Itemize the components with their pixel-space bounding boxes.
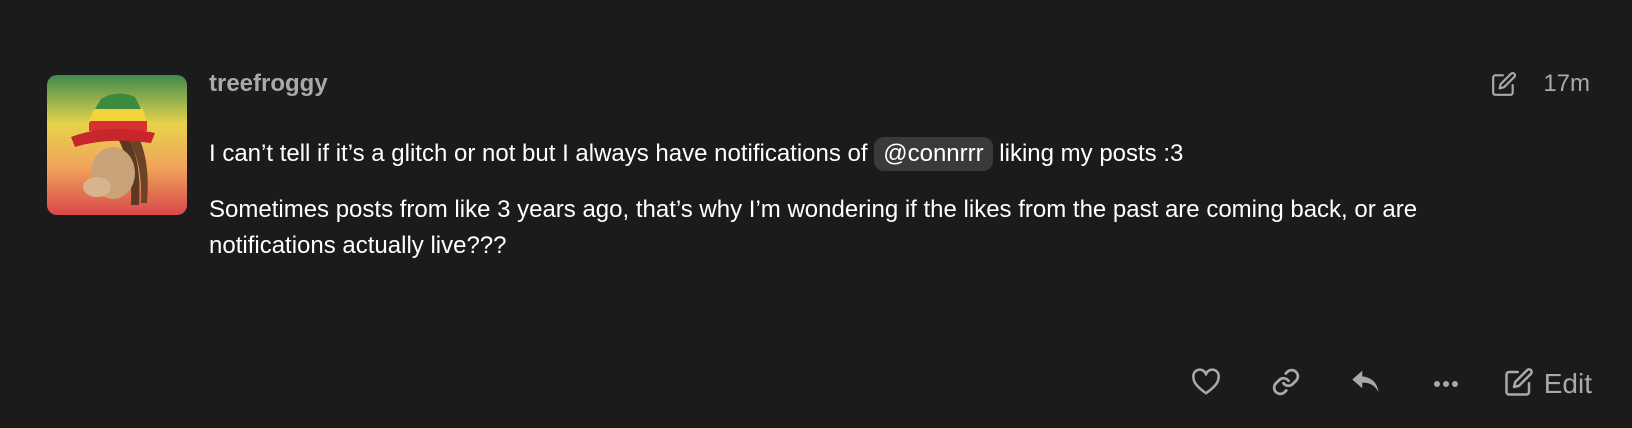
edit-button-label: Edit bbox=[1543, 368, 1592, 399]
edit-history-icon[interactable] bbox=[1491, 71, 1517, 97]
post-body: I can’t tell if it’s a glitch or not but… bbox=[209, 136, 1549, 284]
more-icon bbox=[1433, 375, 1459, 393]
more-button[interactable] bbox=[1406, 360, 1486, 408]
avatar[interactable] bbox=[47, 75, 187, 215]
post-time[interactable]: 17m bbox=[1543, 70, 1590, 98]
post: treefroggy 17m I can’t tell if it’s a gl… bbox=[0, 0, 1632, 428]
username[interactable]: treefroggy bbox=[209, 70, 328, 98]
reply-icon bbox=[1351, 369, 1381, 400]
post-paragraph-2: Sometimes posts from like 3 years ago, t… bbox=[209, 196, 1418, 259]
reply-button[interactable] bbox=[1326, 360, 1406, 408]
post-meta: 17m bbox=[1491, 70, 1590, 98]
paragraph-text: I can’t tell if it’s a glitch or not but… bbox=[209, 140, 875, 167]
edit-button[interactable]: Edit bbox=[1504, 367, 1592, 402]
like-button[interactable] bbox=[1166, 360, 1246, 408]
user-mention[interactable]: @connrrr bbox=[874, 137, 993, 171]
avatar-image bbox=[47, 75, 187, 215]
link-icon bbox=[1271, 367, 1301, 402]
post-paragraph-1: I can’t tell if it’s a glitch or not but… bbox=[209, 136, 1549, 172]
post-actions: Edit bbox=[1166, 360, 1592, 408]
paragraph-text: liking my posts :3 bbox=[992, 140, 1184, 167]
heart-icon bbox=[1191, 367, 1221, 401]
edit-icon bbox=[1504, 367, 1534, 402]
copy-link-button[interactable] bbox=[1246, 360, 1326, 408]
